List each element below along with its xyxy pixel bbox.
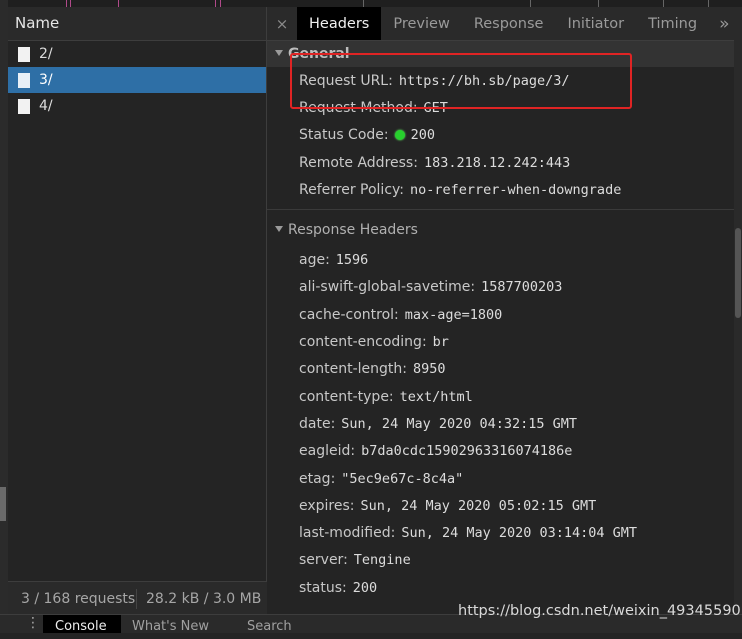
response-header-row: cache-control: max-age=1800 xyxy=(267,301,742,328)
tab-timing[interactable]: Timing xyxy=(636,7,709,40)
header-value: Sun, 24 May 2020 05:02:15 GMT xyxy=(360,497,597,514)
request-url-highlight xyxy=(290,53,632,109)
request-name: 3/ xyxy=(39,72,53,88)
document-icon xyxy=(18,72,30,88)
response-header-row: eagleid: b7da0cdc15902963316074186e xyxy=(267,438,742,465)
header-key: date: xyxy=(299,415,336,432)
request-row-4[interactable]: 4/ xyxy=(8,93,266,119)
header-value: Sun, 24 May 2020 03:14:04 GMT xyxy=(401,525,638,542)
header-key: cache-control: xyxy=(299,306,399,323)
general-row: Status Code: 200 xyxy=(267,122,742,149)
request-list: 2/ 3/ 4/ xyxy=(8,41,266,119)
response-headers-section: age: 1596 ali-swift-global-savetime: 15877… xyxy=(267,246,742,601)
header-key: ali-swift-global-savetime: xyxy=(299,279,476,296)
response-header-row: ali-swift-global-savetime: 1587700203 xyxy=(267,274,742,301)
details-scrollbar[interactable] xyxy=(734,40,742,614)
header-value: Sun, 24 May 2020 04:32:15 GMT xyxy=(341,415,577,432)
transferred-size: 28.2 kB / 3.0 MB xyxy=(146,590,262,607)
header-key: Status Code: xyxy=(299,127,389,144)
tab-headers[interactable]: Headers xyxy=(297,7,382,40)
header-key: Referrer Policy: xyxy=(299,181,404,198)
network-status-bar: 3 / 168 requests 28.2 kB / 3.0 MB xyxy=(8,581,267,615)
header-value: 200 xyxy=(410,127,436,144)
header-value: Tengine xyxy=(353,552,411,569)
status-divider xyxy=(136,588,137,609)
response-header-row: content-length: 8950 xyxy=(267,356,742,383)
section-divider xyxy=(267,209,742,211)
details-tabbar: × Headers Preview Response Initiator Tim… xyxy=(267,7,742,41)
document-icon xyxy=(18,98,30,114)
header-value: 8950 xyxy=(413,361,446,378)
header-value: 1587700203 xyxy=(481,279,563,296)
header-key: last-modified: xyxy=(299,525,396,542)
response-header-row: etag: "5ec9e67c-8c4a" xyxy=(267,465,742,492)
header-key: eagleid: xyxy=(299,443,356,460)
request-row-2[interactable]: 2/ xyxy=(8,41,266,67)
response-header-row: status: 200 xyxy=(267,574,742,601)
scrollbar-thumb[interactable] xyxy=(735,228,741,318)
header-value: "5ec9e67c-8c4a" xyxy=(341,470,464,487)
header-key: etag: xyxy=(299,470,336,487)
header-key: content-encoding: xyxy=(299,334,427,351)
header-value: 200 xyxy=(352,579,378,596)
response-headers-title: Response Headers xyxy=(288,222,418,239)
header-key: status: xyxy=(299,579,347,596)
request-count: 3 / 168 requests xyxy=(21,590,136,607)
response-header-row: date: Sun, 24 May 2020 04:32:15 GMT xyxy=(267,410,742,437)
request-details-pane: × Headers Preview Response Initiator Tim… xyxy=(267,7,742,614)
header-value: text/html xyxy=(399,388,473,405)
more-tabs-icon[interactable]: » xyxy=(709,7,739,40)
drawer-tab-whats-new[interactable]: What's New xyxy=(132,615,209,634)
window-edge xyxy=(0,0,8,632)
drawer-menu-icon[interactable]: ⋮ xyxy=(26,616,40,631)
header-key: Remote Address: xyxy=(299,154,418,171)
tab-initiator[interactable]: Initiator xyxy=(555,7,636,40)
header-key: age: xyxy=(299,252,330,269)
drawer-tab-console[interactable]: Console xyxy=(43,615,121,634)
response-header-row: last-modified: Sun, 24 May 2020 03:14:04 … xyxy=(267,519,742,546)
header-key: content-type: xyxy=(299,388,394,405)
response-header-row: content-encoding: br xyxy=(267,328,742,355)
header-value: 183.218.12.242:443 xyxy=(423,154,571,171)
status-ok-dot-icon xyxy=(394,130,405,141)
general-row: Referrer Policy: no-referrer-when-downgra… xyxy=(267,176,742,203)
request-name: 2/ xyxy=(39,46,53,62)
drawer-tab-search[interactable]: Search xyxy=(247,615,292,634)
header-value: 1596 xyxy=(335,252,369,269)
response-headers-section-header[interactable]: Response Headers xyxy=(267,217,742,243)
request-row-3[interactable]: 3/ xyxy=(8,67,266,93)
general-row: Remote Address: 183.218.12.242:443 xyxy=(267,149,742,176)
watermark-text: https://blog.csdn.net/weixin_49345590 xyxy=(458,603,741,619)
tab-preview[interactable]: Preview xyxy=(381,7,461,40)
tab-response[interactable]: Response xyxy=(462,7,556,40)
header-key: server: xyxy=(299,552,348,569)
collapse-triangle-icon xyxy=(275,226,283,233)
response-header-row: server: Tengine xyxy=(267,547,742,574)
name-column-header[interactable]: Name xyxy=(8,7,266,41)
header-value: max-age=1800 xyxy=(404,306,503,323)
document-icon xyxy=(18,46,30,62)
header-key: expires: xyxy=(299,497,355,514)
request-list-pane: Name 2/ 3/ 4/ xyxy=(8,7,267,581)
request-name: 4/ xyxy=(39,98,53,114)
collapse-triangle-icon xyxy=(275,50,283,56)
header-value: no-referrer-when-downgrade xyxy=(410,181,622,198)
timeline-strip xyxy=(8,0,742,7)
response-header-row: content-type: text/html xyxy=(267,383,742,410)
response-header-row: expires: Sun, 24 May 2020 05:02:15 GMT xyxy=(267,492,742,519)
header-value: br xyxy=(432,334,449,351)
header-key: content-length: xyxy=(299,361,407,378)
header-value: b7da0cdc15902963316074186e xyxy=(361,443,573,460)
response-header-row: age: 1596 xyxy=(267,246,742,273)
close-icon[interactable]: × xyxy=(267,7,297,40)
edge-handle xyxy=(0,487,6,521)
